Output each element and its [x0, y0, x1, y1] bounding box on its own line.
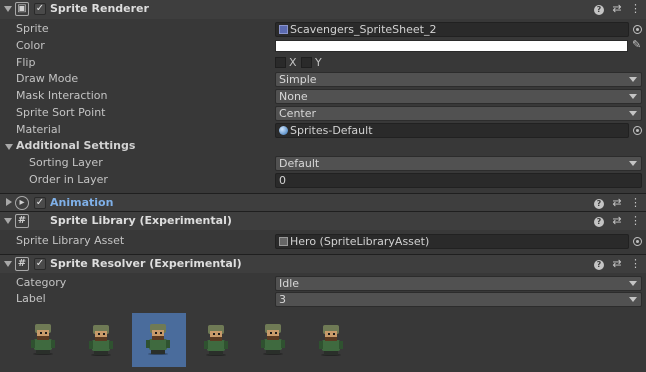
material-label: Material	[16, 123, 61, 136]
foldout-open-icon[interactable]	[4, 6, 12, 12]
presets-icon[interactable]: ⇄	[612, 257, 622, 270]
sprite-renderer-header[interactable]: ▣ ✓ Sprite Renderer ? ⇄ ⋮	[0, 0, 646, 19]
color-swatch-field[interactable]	[275, 40, 628, 52]
sprite-thumbnail[interactable]	[75, 313, 129, 367]
sprite-value: Scavengers_SpriteSheet_2	[290, 23, 437, 36]
animation-header[interactable]: ▸ ✓ Animation ? ⇄ ⋮	[0, 193, 646, 212]
sprite-resolver-header[interactable]: # ✓ Sprite Resolver (Experimental) ? ⇄ ⋮	[0, 254, 646, 273]
dropdown-arrow-icon	[629, 77, 637, 82]
component-title: Sprite Renderer	[50, 2, 149, 15]
character-sprite-icon	[318, 325, 343, 356]
label-value: 3	[279, 293, 286, 306]
draw-mode-label: Draw Mode	[16, 72, 79, 85]
mask-interaction-dropdown[interactable]: None	[275, 89, 642, 104]
material-asset-icon	[279, 126, 288, 135]
sprite-thumbnail[interactable]	[17, 313, 71, 367]
order-in-layer-field[interactable]: 0	[275, 173, 642, 188]
sprite-thumbnail[interactable]	[305, 313, 359, 367]
sprite-thumbnail[interactable]	[247, 313, 301, 367]
character-sprite-icon	[31, 324, 55, 355]
foldout-open-icon[interactable]	[4, 261, 12, 267]
category-label: Category	[16, 276, 67, 289]
additional-settings-label[interactable]: Additional Settings	[16, 139, 135, 152]
flip-x-checkbox[interactable]	[275, 57, 286, 68]
sprite-library-asset-icon	[279, 237, 288, 246]
material-object-field[interactable]: Sprites-Default	[275, 123, 629, 138]
sprite-thumbnail[interactable]	[132, 313, 186, 367]
component-title: Animation	[50, 196, 114, 209]
sprite-sort-point-dropdown[interactable]: Center	[275, 106, 642, 121]
label-dropdown[interactable]: 3	[275, 292, 642, 307]
dropdown-arrow-icon	[629, 111, 637, 116]
sprite-sort-point-label: Sprite Sort Point	[16, 106, 106, 119]
component-title: Sprite Library (Experimental)	[50, 214, 232, 227]
object-picker-icon[interactable]	[633, 126, 642, 135]
object-picker-icon[interactable]	[633, 237, 642, 246]
kebab-menu-icon[interactable]: ⋮	[630, 196, 641, 209]
character-sprite-icon	[146, 324, 170, 355]
kebab-menu-icon[interactable]: ⋮	[630, 257, 641, 270]
sprite-library-asset-field[interactable]: Hero (SpriteLibraryAsset)	[275, 234, 629, 249]
category-value: Idle	[279, 277, 300, 290]
flip-y-checkbox[interactable]	[301, 57, 312, 68]
animation-enabled-checkbox[interactable]: ✓	[34, 197, 46, 209]
mask-interaction-value: None	[279, 90, 308, 103]
color-label: Color	[16, 39, 45, 52]
presets-icon[interactable]: ⇄	[612, 214, 622, 227]
help-icon[interactable]: ?	[594, 196, 604, 209]
draw-mode-value: Simple	[279, 73, 317, 86]
material-value: Sprites-Default	[290, 124, 373, 137]
character-sprite-icon	[261, 324, 285, 355]
kebab-menu-icon[interactable]: ⋮	[630, 214, 641, 227]
sprite-label: Sprite	[16, 22, 49, 35]
help-icon[interactable]: ?	[594, 214, 604, 227]
draw-mode-dropdown[interactable]: Simple	[275, 72, 642, 87]
script-hash-icon: #	[15, 257, 29, 271]
character-sprite-icon	[88, 325, 113, 356]
sprite-thumbnail[interactable]	[190, 313, 244, 367]
sprite-library-header[interactable]: # Sprite Library (Experimental) ? ⇄ ⋮	[0, 211, 646, 230]
sprite-library-asset-value: Hero (SpriteLibraryAsset)	[290, 235, 430, 248]
sorting-layer-value: Default	[279, 157, 320, 170]
dropdown-arrow-icon	[629, 281, 637, 286]
mask-interaction-label: Mask Interaction	[16, 89, 108, 102]
foldout-closed-icon[interactable]	[6, 198, 12, 206]
additional-settings-foldout-icon[interactable]	[5, 144, 13, 150]
presets-icon[interactable]: ⇄	[612, 2, 622, 15]
kebab-menu-icon[interactable]: ⋮	[630, 2, 641, 15]
label-label: Label	[16, 292, 46, 305]
help-icon[interactable]: ?	[594, 2, 604, 15]
sprite-sort-point-value: Center	[279, 107, 317, 120]
presets-icon[interactable]: ⇄	[612, 196, 622, 209]
dropdown-arrow-icon	[629, 297, 637, 302]
sprite-resolver-enabled-checkbox[interactable]: ✓	[34, 258, 46, 270]
dropdown-arrow-icon	[629, 94, 637, 99]
foldout-open-icon[interactable]	[4, 218, 12, 224]
help-icon[interactable]: ?	[594, 257, 604, 270]
sprite-renderer-icon: ▣	[15, 2, 29, 16]
eyedropper-icon[interactable]: ✎	[632, 38, 641, 51]
animation-icon: ▸	[15, 196, 29, 210]
sprite-asset-icon	[279, 25, 288, 34]
order-in-layer-label: Order in Layer	[29, 173, 108, 186]
component-title: Sprite Resolver (Experimental)	[50, 257, 242, 270]
flip-label: Flip	[16, 56, 36, 69]
character-sprite-icon	[203, 325, 228, 356]
flip-x-label: X	[289, 56, 297, 69]
category-dropdown[interactable]: Idle	[275, 276, 642, 291]
sprite-object-field[interactable]: Scavengers_SpriteSheet_2	[275, 22, 629, 37]
object-picker-icon[interactable]	[633, 25, 642, 34]
sorting-layer-dropdown[interactable]: Default	[275, 156, 642, 171]
flip-y-label: Y	[315, 56, 322, 69]
sorting-layer-label: Sorting Layer	[29, 156, 103, 169]
sprite-library-asset-label: Sprite Library Asset	[16, 234, 125, 247]
sprite-renderer-enabled-checkbox[interactable]: ✓	[34, 3, 46, 15]
script-hash-icon: #	[15, 214, 29, 228]
dropdown-arrow-icon	[629, 161, 637, 166]
